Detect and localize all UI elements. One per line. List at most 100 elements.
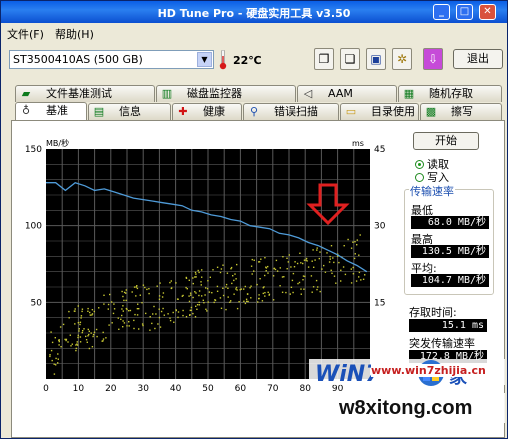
tab-random-access[interactable]: ▦ 随机存取 [398, 85, 502, 102]
maximize-button[interactable]: □ [456, 4, 473, 20]
access-time-point [156, 285, 158, 287]
access-time-point [323, 264, 325, 267]
access-time-point [250, 297, 252, 299]
options-icon: ✲ [396, 52, 408, 66]
access-time-point [149, 329, 151, 331]
access-time-point [188, 300, 191, 303]
access-time-point [93, 310, 95, 313]
access-time-point [50, 349, 53, 352]
access-time-point [328, 261, 331, 263]
access-time-point [112, 312, 115, 315]
x-tick-label: 10 [73, 384, 85, 394]
tab-disk-monitor[interactable]: ▥ 磁盘监控器 [156, 85, 296, 102]
tab-info[interactable]: ▤ 信息 [88, 103, 171, 120]
access-time-point [146, 288, 148, 291]
access-time-point [244, 302, 247, 305]
access-time-point [194, 271, 197, 274]
minimize-button[interactable]: _ [433, 4, 450, 20]
save-button[interactable]: ▣ [366, 48, 386, 70]
access-time-point [122, 295, 124, 298]
access-time-point [259, 278, 261, 280]
access-time-point [122, 326, 124, 328]
menu-help[interactable]: 帮助(H) [55, 26, 94, 42]
download-button[interactable]: ⇩ [423, 48, 443, 70]
access-time-point [353, 257, 356, 260]
tab-aam-label: AAM [328, 87, 353, 100]
menu-file[interactable]: 文件(F) [7, 26, 44, 42]
access-time-point [189, 314, 191, 316]
access-time-point [324, 271, 327, 273]
erase-icon: ▩ [425, 105, 437, 118]
access-time-point [102, 338, 105, 340]
tab-folder-usage[interactable]: ▭ 目录使用 [340, 103, 419, 120]
access-time-point [355, 280, 358, 282]
access-time-point [225, 286, 227, 288]
access-time-point [246, 300, 248, 302]
access-time-point [207, 301, 209, 303]
access-time-point [206, 310, 208, 312]
drive-select[interactable]: ST3500410AS (500 GB) ▼ [9, 50, 214, 69]
access-time-point [319, 290, 321, 293]
access-time-point [121, 314, 123, 317]
access-time-point [275, 259, 278, 262]
access-time-point [149, 316, 151, 318]
access-time-point [76, 341, 78, 343]
access-time-point [214, 299, 217, 302]
access-time-point [77, 336, 79, 339]
access-time-point [258, 294, 260, 296]
access-time-point [312, 286, 315, 288]
start-button[interactable]: 开始 [413, 132, 479, 150]
access-time-point [231, 282, 233, 285]
y-tick-label-left: 50 [31, 298, 43, 308]
tab-error-scan[interactable]: ⚲ 错误扫描 [243, 103, 339, 120]
close-button[interactable]: ✕ [479, 4, 496, 20]
access-time-point [219, 297, 222, 299]
access-time-point [169, 317, 171, 319]
copy-image-button[interactable]: ❏ [340, 48, 360, 70]
access-time-point [91, 314, 93, 316]
access-time-point [109, 293, 111, 296]
access-time-point [258, 261, 260, 263]
access-time-point [236, 307, 239, 310]
access-time-point [225, 308, 227, 311]
access-time-point [161, 296, 164, 298]
access-time-point [317, 286, 319, 288]
x-tick-label: 0 [43, 384, 49, 394]
tab-erase[interactable]: ▩ 擦写 [420, 103, 502, 120]
tab-health[interactable]: ✚ 健康 [172, 103, 242, 120]
access-time-point [364, 274, 366, 276]
access-time-point [331, 272, 333, 274]
access-time-point [103, 294, 105, 296]
x-tick-label: 30 [137, 384, 149, 394]
access-time-point [74, 323, 76, 325]
copy-text-button[interactable]: ❐ [314, 48, 334, 70]
chevron-down-icon[interactable]: ▼ [197, 52, 212, 67]
access-time-point [58, 339, 60, 341]
access-time-point [267, 265, 269, 268]
access-time-point [135, 286, 137, 288]
access-time-point [173, 321, 175, 323]
tab-file-benchmark[interactable]: ▰ 文件基准测试 [15, 85, 155, 102]
access-time-point [58, 340, 60, 343]
access-time-point [77, 334, 79, 337]
access-time-point [347, 238, 349, 241]
access-time-point [67, 341, 69, 343]
access-time-point [153, 305, 155, 308]
access-time-point [358, 276, 360, 278]
access-time-point [49, 354, 51, 356]
tab-aam[interactable]: ◁ AAM [297, 85, 397, 102]
access-time-point [198, 294, 200, 297]
tab-benchmark[interactable]: ♁ 基准 [15, 102, 87, 121]
access-time-point [195, 305, 197, 307]
access-time-point [238, 301, 240, 303]
options-button[interactable]: ✲ [392, 48, 412, 70]
access-time-point [175, 282, 177, 284]
access-time-point [163, 314, 165, 316]
tab-health-label: 健康 [203, 105, 225, 118]
exit-button[interactable]: 退出 [453, 49, 503, 69]
access-time-point [204, 294, 206, 296]
access-time-point [288, 254, 290, 256]
access-time-point [240, 288, 243, 290]
access-time-point [352, 273, 355, 275]
access-time-point [315, 279, 318, 282]
